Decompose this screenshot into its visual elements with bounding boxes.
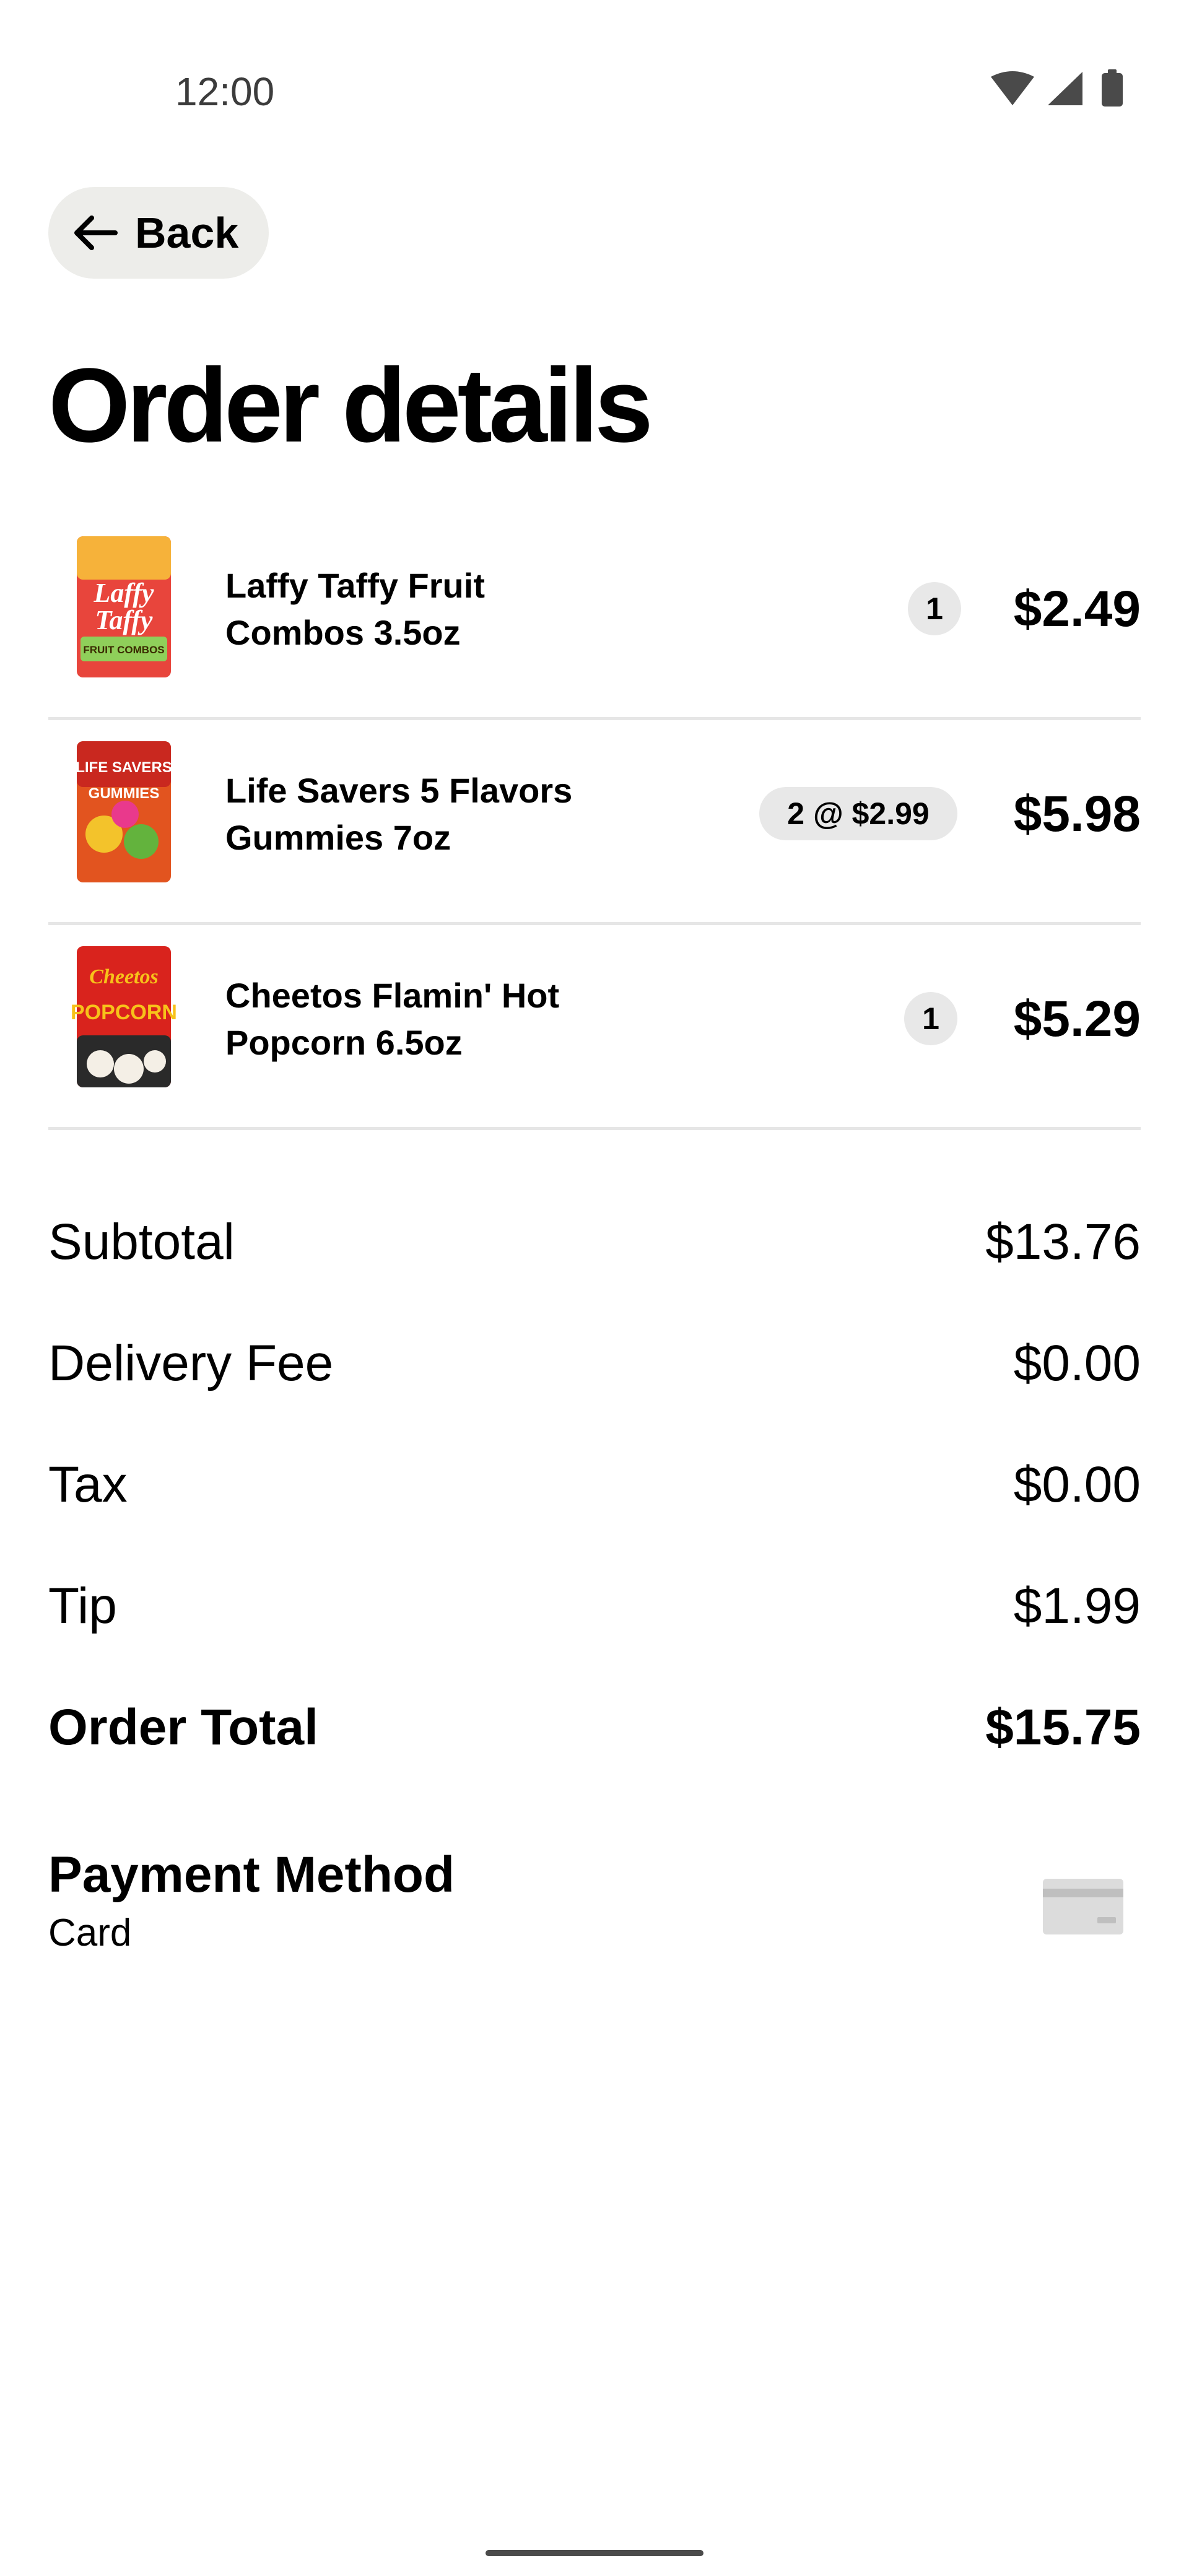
item-price: $2.49: [1013, 581, 1141, 637]
status-bar: 12:00: [0, 0, 1189, 155]
subtotal-value: $13.76: [985, 1214, 1141, 1270]
delivery-fee-row: Delivery Fee $0.00: [48, 1334, 1141, 1455]
arrow-left-icon: [74, 215, 118, 250]
tip-row: Tip $1.99: [48, 1577, 1141, 1698]
tip-label: Tip: [48, 1578, 117, 1634]
svg-text:POPCORN: POPCORN: [71, 1001, 177, 1024]
svg-text:Taffy: Taffy: [95, 605, 153, 635]
order-total-row: Order Total $15.75: [48, 1698, 1141, 1819]
order-total-value: $15.75: [985, 1699, 1141, 1756]
product-image: Cheetos POPCORN: [71, 946, 177, 1087]
page-title: Order details: [48, 347, 653, 464]
item-quantity-badge: 2 @ $2.99: [759, 787, 957, 840]
item-quantity-badge: 1: [904, 992, 957, 1045]
item-name-line2: Combos 3.5oz: [225, 613, 461, 652]
delivery-fee-value: $0.00: [1013, 1335, 1141, 1391]
home-indicator[interactable]: [486, 2550, 703, 2556]
payment-method-value: Card: [48, 1912, 132, 1954]
item-name-line2: Gummies 7oz: [225, 818, 451, 857]
subtotal-label: Subtotal: [48, 1214, 235, 1270]
order-item-row[interactable]: Laffy Taffy FRUIT COMBOS Laffy Taffy Fru…: [48, 515, 1141, 720]
payment-method-title: Payment Method: [48, 1847, 455, 1903]
order-items-list: Laffy Taffy FRUIT COMBOS Laffy Taffy Fru…: [48, 515, 1141, 1130]
tax-row: Tax $0.00: [48, 1455, 1141, 1577]
item-name: Life Savers 5 Flavors Gummies 7oz: [225, 767, 647, 861]
item-name: Laffy Taffy Fruit Combos 3.5oz: [225, 562, 647, 656]
payment-method-section[interactable]: Payment Method Card: [48, 1845, 1141, 1975]
back-button[interactable]: Back: [48, 187, 269, 279]
product-image: LIFE SAVERS GUMMIES: [76, 741, 172, 882]
item-name-line1: Life Savers 5 Flavors: [225, 771, 573, 810]
cellular-signal-icon: [1048, 72, 1082, 105]
item-quantity-badge: 1: [908, 582, 961, 635]
order-item-row[interactable]: Cheetos POPCORN Cheetos Flamin' Hot Popc…: [48, 925, 1141, 1130]
item-price: $5.29: [1013, 991, 1141, 1047]
tax-label: Tax: [48, 1456, 128, 1513]
subtotal-row: Subtotal $13.76: [48, 1212, 1141, 1334]
order-total-label: Order Total: [48, 1699, 318, 1756]
item-name: Cheetos Flamin' Hot Popcorn 6.5oz: [225, 972, 647, 1066]
product-image: Laffy Taffy FRUIT COMBOS: [77, 536, 171, 677]
item-name-line1: Laffy Taffy Fruit: [225, 566, 485, 605]
svg-text:LIFE SAVERS: LIFE SAVERS: [76, 759, 172, 776]
item-name-line1: Cheetos Flamin' Hot: [225, 976, 560, 1015]
svg-text:GUMMIES: GUMMIES: [89, 785, 160, 802]
svg-text:Cheetos: Cheetos: [89, 965, 158, 988]
tax-value: $0.00: [1013, 1456, 1141, 1513]
status-time: 12:00: [175, 69, 275, 114]
delivery-fee-label: Delivery Fee: [48, 1335, 334, 1391]
order-summary: Subtotal $13.76 Delivery Fee $0.00 Tax $…: [48, 1212, 1141, 1819]
order-item-row[interactable]: LIFE SAVERS GUMMIES Life Savers 5 Flavor…: [48, 720, 1141, 925]
svg-text:FRUIT COMBOS: FRUIT COMBOS: [83, 644, 164, 656]
back-label: Back: [135, 209, 239, 257]
status-icons: [991, 69, 1123, 107]
credit-card-icon: [1043, 1879, 1123, 1934]
item-name-line2: Popcorn 6.5oz: [225, 1023, 463, 1062]
item-price: $5.98: [1013, 786, 1141, 842]
tip-value: $1.99: [1013, 1578, 1141, 1634]
wifi-icon: [991, 71, 1034, 105]
battery-icon: [1102, 69, 1123, 107]
svg-text:Laffy: Laffy: [94, 578, 154, 608]
